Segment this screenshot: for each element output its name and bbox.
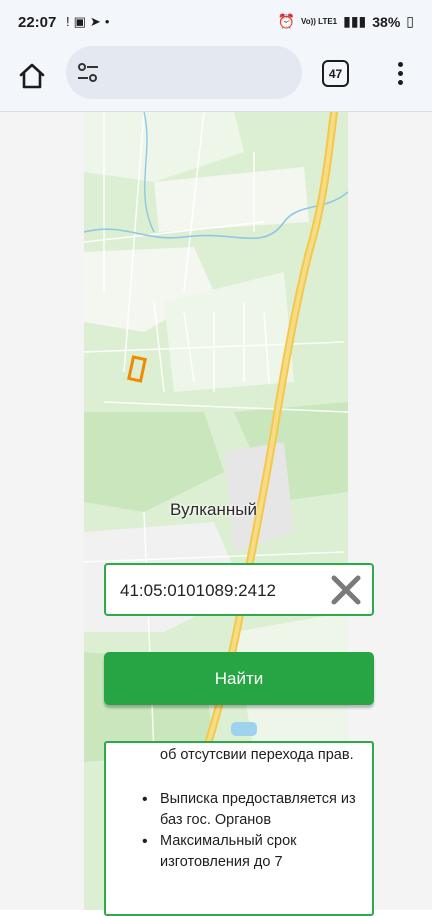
cadastral-number-input[interactable] (120, 577, 320, 605)
page-content: Вулканный Найти об отсутсвии перехода пр… (0, 112, 432, 916)
network-label: Vo)) LTE1 (300, 16, 338, 26)
menu-dot-icon (397, 70, 403, 76)
info-panel: об отсутсвии перехода прав. Выписка пред… (104, 741, 374, 916)
site-settings-icon[interactable] (76, 61, 100, 85)
signal-icon: ▮▮▮ (343, 13, 367, 29)
status-right: ⏰ Vo)) LTE1 ▮▮▮ 38% ▯ (278, 13, 414, 30)
menu-dot-icon (397, 79, 403, 85)
clear-icon[interactable] (330, 574, 362, 606)
info-continued-text: об отсутсвии перехода прав. (160, 747, 354, 763)
dot-icon: • (104, 14, 114, 29)
status-bar: 22:07 !▣➤• ⏰ Vo)) LTE1 ▮▮▮ 38% ▯ (0, 0, 432, 46)
status-time: 22:07 (18, 14, 57, 31)
battery-icon: ▯ (406, 13, 414, 29)
browser-toolbar: 47 (0, 46, 432, 112)
address-bar[interactable] (66, 46, 302, 99)
info-list-item: Выписка предоставляется из баз гос. Орга… (142, 789, 362, 831)
battery-level: 38% (372, 13, 401, 30)
image-icon: ▣ (73, 14, 90, 29)
info-list-item: Максимальный срок изготовления до 7 (142, 831, 362, 873)
notification-icon: ! (66, 14, 74, 29)
info-list: Выписка предоставляется из баз гос. Орга… (142, 789, 362, 873)
alarm-icon: ⏰ (277, 13, 295, 29)
tabs-button[interactable]: 47 (322, 60, 349, 87)
cadastral-search-field[interactable] (104, 563, 374, 616)
more-menu-button[interactable] (388, 58, 412, 88)
map-place-label: Вулканный (170, 500, 257, 519)
home-button[interactable] (14, 58, 50, 94)
menu-dot-icon (397, 61, 403, 67)
home-icon (19, 63, 45, 89)
find-button[interactable]: Найти (104, 652, 374, 705)
notification-icons: !▣➤• (66, 14, 113, 30)
telegram-icon: ➤ (89, 14, 105, 29)
